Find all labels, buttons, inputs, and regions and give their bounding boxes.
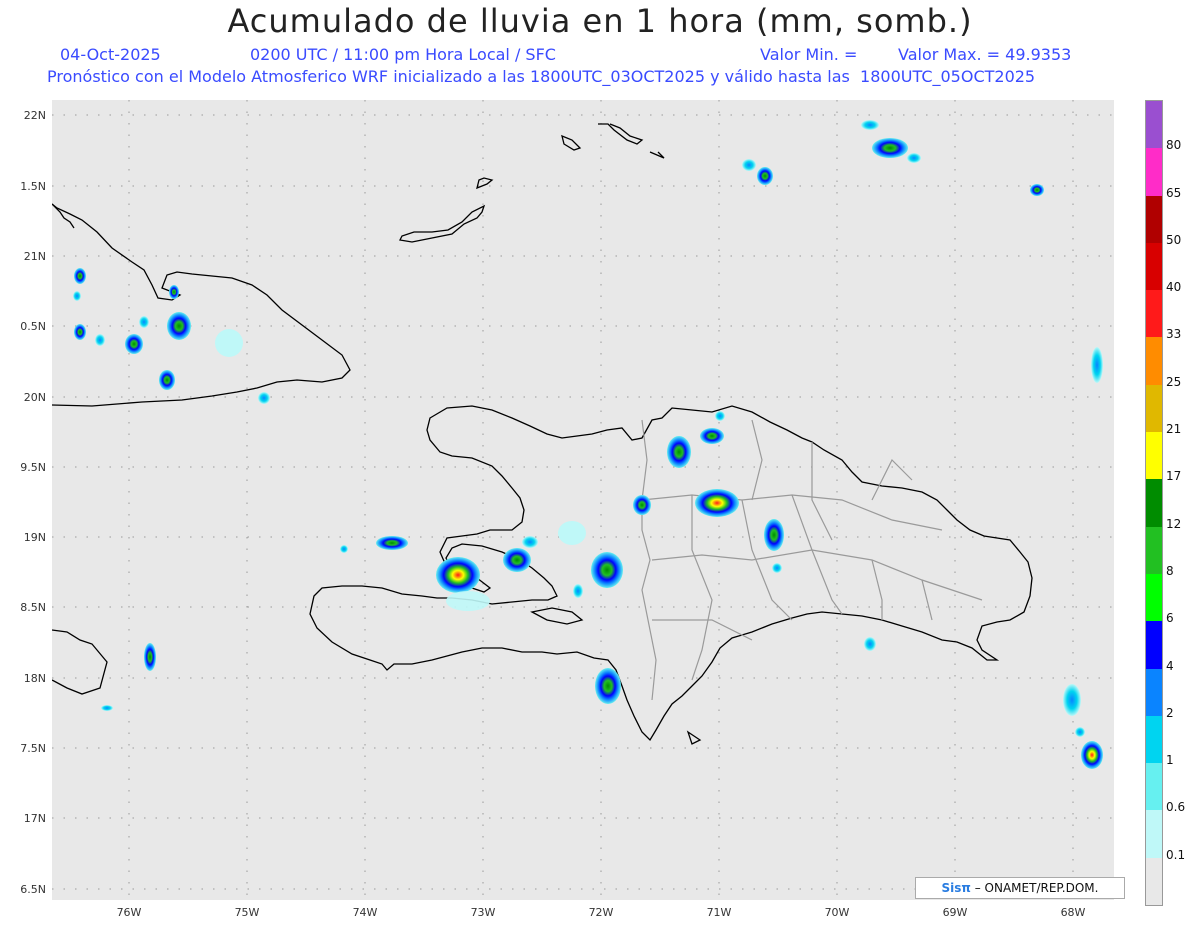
color-scale-label: 21 — [1166, 422, 1182, 437]
forecast-time: 0200 UTC / 11:00 pm Hora Local / SFC — [250, 45, 556, 64]
color-scale-label: 12 — [1166, 516, 1182, 531]
max-value: Valor Max. = 49.9353 — [898, 45, 1072, 64]
lat-tick-22n: 22N — [23, 109, 46, 122]
lat-tick-17-5n: 7.5N — [20, 742, 46, 755]
color-scale-segment — [1146, 715, 1162, 764]
color-scale-segment — [1146, 432, 1162, 480]
color-scale-segment — [1146, 384, 1162, 433]
color-scale-segment — [1146, 621, 1162, 670]
lat-tick-21-5n: 1.5N — [20, 180, 46, 193]
color-scale-label: 40 — [1166, 280, 1182, 295]
credit-box: Sisπ – ONAMET/REP.DOM. — [915, 877, 1125, 899]
color-scale-label: 4 — [1166, 658, 1174, 673]
lon-tick-73w: 73W — [470, 906, 496, 919]
forecast-date: 04-Oct-2025 — [60, 45, 161, 64]
lat-tick-19-5n: 9.5N — [20, 461, 46, 474]
lat-tick-18n: 18N — [23, 672, 46, 685]
color-scale-label: 65 — [1166, 185, 1182, 200]
lat-tick-20n: 20N — [23, 391, 46, 404]
lat-tick-19n: 19N — [23, 531, 46, 544]
color-scale-label: 1 — [1166, 753, 1174, 768]
color-scale-label: 33 — [1166, 327, 1182, 342]
precipitation-cells — [73, 120, 1103, 769]
color-scale-segment — [1146, 101, 1162, 149]
grid-lines — [52, 100, 1114, 900]
min-value: Valor Min. = — [760, 45, 858, 64]
color-scale-segment — [1146, 148, 1162, 197]
color-scale-segment — [1146, 573, 1162, 622]
color-scale-segment — [1146, 337, 1162, 386]
credit-brand: Sisπ — [941, 881, 971, 895]
color-scale-label: 17 — [1166, 469, 1182, 484]
lon-tick-69w: 69W — [942, 906, 968, 919]
color-scale-label: 80 — [1166, 138, 1182, 153]
color-scale-label: 0.6 — [1166, 800, 1186, 815]
coastlines — [51, 123, 1033, 745]
lat-tick-20-5n: 0.5N — [20, 320, 46, 333]
color-scale-segment — [1146, 479, 1162, 528]
lon-tick-75w: 75W — [234, 906, 260, 919]
color-scale-segment — [1146, 857, 1162, 906]
map-area — [51, 100, 1114, 900]
lon-tick-68w: 68W — [1060, 906, 1086, 919]
color-scale-segment — [1146, 526, 1162, 575]
color-scale-label: 50 — [1166, 232, 1182, 247]
color-scale-bar — [1145, 100, 1163, 906]
color-scale-label: 6 — [1166, 611, 1174, 626]
model-info: Pronóstico con el Modelo Atmosferico WRF… — [47, 67, 1036, 86]
color-scale-label: 8 — [1166, 563, 1174, 578]
lat-tick-17n: 17N — [23, 812, 46, 825]
color-scale-segment — [1146, 242, 1162, 291]
color-scale-segment — [1146, 195, 1162, 244]
color-scale-label: 25 — [1166, 374, 1182, 389]
color-scale-segment — [1146, 763, 1162, 811]
color-scale-segment — [1146, 290, 1162, 338]
color-scale-segment — [1146, 810, 1162, 859]
map-canvas — [51, 100, 1114, 900]
lon-tick-72w: 72W — [588, 906, 614, 919]
lon-tick-74w: 74W — [352, 906, 378, 919]
color-scale-label: 0.1 — [1166, 847, 1186, 862]
lon-tick-70w: 70W — [824, 906, 850, 919]
map-title: Acumulado de lluvia en 1 hora (mm, somb.… — [227, 2, 973, 40]
lon-tick-76w: 76W — [116, 906, 142, 919]
dr-province-borders — [641, 419, 983, 701]
color-scale-segment — [1146, 668, 1162, 717]
lat-tick-16-5n: 6.5N — [20, 883, 46, 896]
lon-tick-71w: 71W — [706, 906, 732, 919]
color-scale-label: 2 — [1166, 705, 1174, 720]
credit-text: – ONAMET/REP.DOM. — [970, 881, 1099, 895]
lat-tick-18-5n: 8.5N — [20, 601, 46, 614]
lat-tick-21n: 21N — [23, 250, 46, 263]
